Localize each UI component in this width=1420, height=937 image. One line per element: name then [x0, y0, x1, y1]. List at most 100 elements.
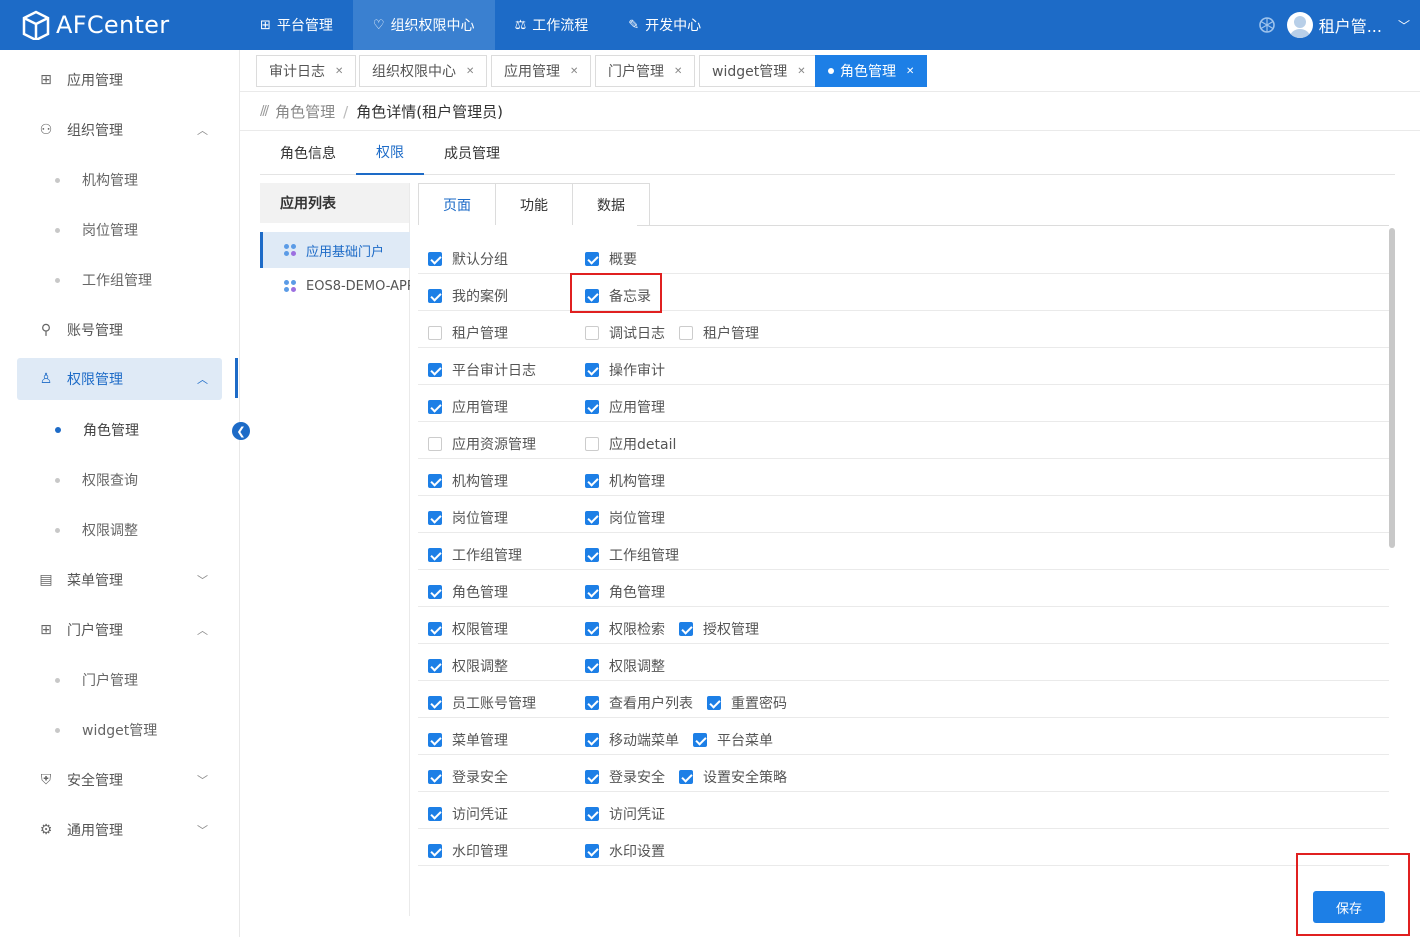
- sidebar-item-permission-management[interactable]: ♙ 权限管理 ︿: [17, 358, 222, 400]
- checkbox-checked-icon[interactable]: [585, 474, 599, 488]
- permission-checkbox[interactable]: 工作组管理: [428, 545, 522, 565]
- sidebar-item-institution-management[interactable]: 机构管理: [17, 160, 222, 200]
- sidebar-item-post-management[interactable]: 岗位管理: [17, 210, 222, 250]
- tab-app-management[interactable]: 应用管理 ✕: [491, 55, 592, 87]
- checkbox-checked-icon[interactable]: [585, 511, 599, 525]
- permission-checkbox[interactable]: 调试日志: [585, 323, 665, 343]
- checkbox-checked-icon[interactable]: [585, 733, 599, 747]
- close-icon[interactable]: ✕: [466, 66, 474, 77]
- app-logo[interactable]: AFCenter: [0, 10, 240, 40]
- sidebar-item-portal-sub[interactable]: 门户管理: [17, 660, 222, 700]
- tab-data[interactable]: 数据: [573, 184, 649, 225]
- checkbox-checked-icon[interactable]: [679, 770, 693, 784]
- permission-checkbox[interactable]: 重置密码: [707, 693, 787, 713]
- permission-checkbox[interactable]: 租户管理: [679, 323, 759, 343]
- permission-checkbox[interactable]: 登录安全: [585, 767, 665, 787]
- permission-checkbox[interactable]: 权限调整: [428, 656, 508, 676]
- checkbox-checked-icon[interactable]: [428, 511, 442, 525]
- permission-checkbox[interactable]: 概要: [585, 249, 637, 269]
- checkbox-checked-icon[interactable]: [585, 659, 599, 673]
- checkbox-checked-icon[interactable]: [428, 696, 442, 710]
- close-icon[interactable]: ✕: [906, 66, 914, 77]
- permission-checkbox[interactable]: 水印管理: [428, 841, 508, 861]
- tab-role-management[interactable]: 角色管理 ✕: [815, 55, 928, 87]
- checkbox-unchecked-icon[interactable]: [679, 326, 693, 340]
- checkbox-checked-icon[interactable]: [428, 548, 442, 562]
- permission-checkbox[interactable]: 平台菜单: [693, 730, 773, 750]
- permission-checkbox[interactable]: 租户管理: [428, 323, 508, 343]
- topnav-org-permission-center[interactable]: ♡ 组织权限中心: [352, 0, 495, 50]
- permission-checkbox[interactable]: 登录安全: [428, 767, 508, 787]
- checkbox-checked-icon[interactable]: [585, 622, 599, 636]
- permission-checkbox[interactable]: 查看用户列表: [585, 693, 693, 713]
- sidebar-item-account-management[interactable]: ⚲ 账号管理: [17, 309, 222, 351]
- sidebar-item-permission-adjust[interactable]: 权限调整: [17, 510, 222, 550]
- permission-checkbox[interactable]: 机构管理: [585, 471, 665, 491]
- checkbox-checked-icon[interactable]: [585, 252, 599, 266]
- permission-checkbox[interactable]: 角色管理: [428, 582, 508, 602]
- scrollbar[interactable]: [1389, 228, 1395, 548]
- checkbox-checked-icon[interactable]: [585, 770, 599, 784]
- permission-checkbox[interactable]: 角色管理: [585, 582, 665, 602]
- avatar[interactable]: [1286, 12, 1313, 38]
- permission-checkbox[interactable]: 授权管理: [679, 619, 759, 639]
- sidebar-item-menu-management[interactable]: ▤ 菜单管理 ﹀: [17, 559, 222, 601]
- sidebar-item-permission-query[interactable]: 权限查询: [17, 460, 222, 500]
- permission-checkbox[interactable]: 水印设置: [585, 841, 665, 861]
- close-icon[interactable]: ✕: [335, 66, 343, 77]
- checkbox-checked-icon[interactable]: [428, 770, 442, 784]
- permission-checkbox[interactable]: 岗位管理: [428, 508, 508, 528]
- sidebar-item-security-management[interactable]: ⛨ 安全管理 ﹀: [17, 759, 222, 801]
- tab-audit-log[interactable]: 审计日志 ✕: [256, 55, 357, 87]
- save-button[interactable]: 保存: [1313, 891, 1385, 923]
- tab-member-management[interactable]: 成员管理: [444, 131, 500, 175]
- checkbox-unchecked-icon[interactable]: [428, 437, 442, 451]
- permission-checkbox[interactable]: 应用管理: [585, 397, 665, 417]
- checkbox-checked-icon[interactable]: [428, 844, 442, 858]
- sidebar-item-portal-management[interactable]: ⊞ 门户管理 ︿: [17, 609, 222, 651]
- breadcrumb-parent[interactable]: 角色管理: [275, 101, 335, 122]
- close-icon[interactable]: ✕: [674, 66, 682, 77]
- permission-checkbox[interactable]: 应用detail: [585, 434, 676, 454]
- tab-org-permission-center[interactable]: 组织权限中心 ✕: [359, 55, 488, 87]
- close-icon[interactable]: ✕: [797, 66, 805, 77]
- sidebar-item-app-management[interactable]: ⊞ 应用管理: [17, 59, 222, 101]
- checkbox-unchecked-icon[interactable]: [585, 437, 599, 451]
- checkbox-checked-icon[interactable]: [585, 363, 599, 377]
- checkbox-checked-icon[interactable]: [428, 289, 442, 303]
- checkbox-checked-icon[interactable]: [428, 252, 442, 266]
- checkbox-checked-icon[interactable]: [428, 363, 442, 377]
- permission-checkbox[interactable]: 员工账号管理: [428, 693, 536, 713]
- checkbox-checked-icon[interactable]: [428, 585, 442, 599]
- permission-checkbox[interactable]: 移动端菜单: [585, 730, 679, 750]
- permission-checkbox[interactable]: 菜单管理: [428, 730, 508, 750]
- user-name[interactable]: 租户管...: [1319, 13, 1382, 37]
- permission-checkbox[interactable]: 平台审计日志: [428, 360, 536, 380]
- collapse-sidebar-button[interactable]: ❮: [232, 422, 250, 440]
- checkbox-checked-icon[interactable]: [585, 585, 599, 599]
- permission-checkbox[interactable]: 应用管理: [428, 397, 508, 417]
- tab-widget-management[interactable]: widget管理 ✕: [699, 55, 819, 87]
- permission-checkbox[interactable]: 机构管理: [428, 471, 508, 491]
- permission-checkbox[interactable]: 权限管理: [428, 619, 508, 639]
- checkbox-checked-icon[interactable]: [585, 696, 599, 710]
- sidebar-item-workgroup-management[interactable]: 工作组管理: [17, 260, 222, 300]
- checkbox-checked-icon[interactable]: [679, 622, 693, 636]
- tab-permissions[interactable]: 权限: [356, 131, 424, 175]
- sidebar-item-org-management[interactable]: ⚇ 组织管理 ︿: [17, 109, 222, 151]
- checkbox-checked-icon[interactable]: [428, 733, 442, 747]
- permission-checkbox[interactable]: 操作审计: [585, 360, 665, 380]
- checkbox-checked-icon[interactable]: [428, 474, 442, 488]
- tab-role-info[interactable]: 角色信息: [280, 131, 336, 175]
- permission-checkbox[interactable]: 访问凭证: [585, 804, 665, 824]
- checkbox-checked-icon[interactable]: [428, 400, 442, 414]
- app-list-item[interactable]: 应用基础门户: [260, 232, 410, 268]
- checkbox-checked-icon[interactable]: [428, 659, 442, 673]
- topnav-dev-center[interactable]: ✎ 开发中心: [608, 0, 721, 50]
- app-list-item[interactable]: EOS8-DEMO-APP: [260, 268, 410, 304]
- tab-pages[interactable]: 页面: [419, 184, 496, 225]
- permission-checkbox[interactable]: 访问凭证: [428, 804, 508, 824]
- permission-checkbox[interactable]: 应用资源管理: [428, 434, 536, 454]
- checkbox-checked-icon[interactable]: [428, 622, 442, 636]
- checkbox-checked-icon[interactable]: [428, 807, 442, 821]
